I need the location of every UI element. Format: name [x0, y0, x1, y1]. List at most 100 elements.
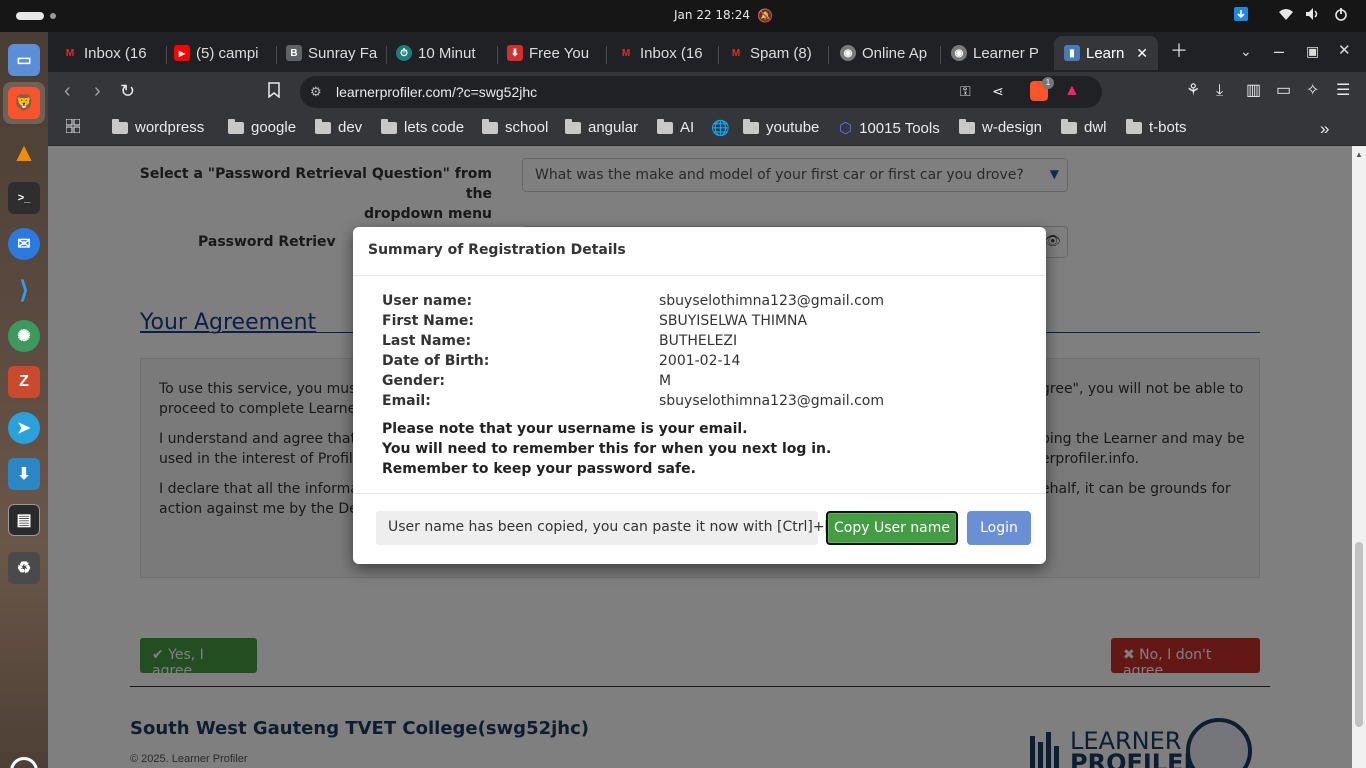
- page-scrollbar[interactable]: ▲: [1352, 146, 1366, 768]
- bookmark-label: wordpress: [135, 119, 205, 136]
- tab-4[interactable]: ⬇ Free You: [507, 38, 595, 68]
- gmail-icon: M: [65, 47, 75, 59]
- brave-browser-icon[interactable]: 🦁: [8, 87, 40, 119]
- bookmark-folder[interactable]: lets code: [381, 118, 464, 136]
- tab-6[interactable]: M Spam (8): [728, 38, 818, 68]
- trash-icon[interactable]: ♻: [8, 552, 40, 584]
- copy-username-button[interactable]: Copy User name: [826, 511, 958, 545]
- bookmark-folder[interactable]: AI: [657, 118, 694, 136]
- modal-note: Please note that your username is your e…: [382, 421, 748, 437]
- bookmarks-bar: wordpress google dev lets code school an…: [48, 112, 1366, 146]
- extensions-icon[interactable]: ⚘: [1186, 82, 1200, 100]
- brave-rewards-icon[interactable]: ▲: [1064, 82, 1080, 100]
- thunderbird-icon[interactable]: ✉: [8, 228, 40, 260]
- tab-label: Learner P: [973, 44, 1039, 62]
- downloads-icon[interactable]: ⤓: [1216, 82, 1223, 100]
- bookmark-folder[interactable]: school: [482, 118, 548, 136]
- telegram-icon[interactable]: ➤: [8, 412, 40, 444]
- tools-icon: ⬡: [839, 120, 853, 137]
- workspace-indicator[interactable]: [16, 12, 44, 20]
- chatgpt-icon[interactable]: ✺: [8, 320, 40, 352]
- menu-icon[interactable]: ☰: [1336, 82, 1350, 100]
- bookmark-label: angular: [588, 119, 639, 136]
- tab-5[interactable]: M Inbox (16: [618, 38, 710, 68]
- bookmark-folder[interactable]: google: [228, 118, 297, 136]
- detail-key: Last Name:: [382, 333, 472, 349]
- modal-title: Summary of Registration Details: [368, 242, 626, 258]
- bookmark-folder[interactable]: dev: [315, 118, 362, 136]
- close-tab-icon[interactable]: ✕: [1136, 45, 1148, 62]
- gmail-icon: M: [621, 47, 631, 59]
- address-bar[interactable]: ⚙ learnerprofiler.com/?c=swg52jhc ⚿ ⋖ 1 …: [300, 76, 1102, 108]
- tab-0[interactable]: M Inbox (16: [62, 38, 162, 68]
- files-icon[interactable]: ▭: [8, 44, 40, 76]
- modal-header: Summary of Registration Details: [353, 227, 1046, 276]
- forward-icon[interactable]: ›: [94, 81, 101, 101]
- minimize-icon[interactable]: –: [1274, 42, 1284, 60]
- show-apps-icon[interactable]: [10, 757, 38, 768]
- detail-value: 2001-02-14: [659, 353, 741, 369]
- tab-3[interactable]: ⏱ 10 Minut: [396, 38, 486, 68]
- bookmark-icon[interactable]: [268, 82, 280, 103]
- back-icon[interactable]: ‹: [64, 81, 71, 101]
- wallet-icon[interactable]: ▭: [1276, 82, 1291, 100]
- detail-value: BUTHELEZI: [659, 333, 738, 349]
- bookmark-folder[interactable]: w-design: [959, 118, 1042, 136]
- tab-2[interactable]: B Sunray Fa: [286, 38, 378, 68]
- filezilla-icon[interactable]: Z: [8, 366, 40, 398]
- close-window-icon[interactable]: ✕: [1338, 42, 1351, 60]
- vlc-icon[interactable]: ▲: [8, 136, 40, 168]
- tab-search-icon[interactable]: ⌄: [1240, 42, 1252, 60]
- bookmark-folder[interactable]: dwl: [1061, 118, 1107, 136]
- tab-active-learner[interactable]: ▮ Learn ✕: [1054, 36, 1158, 70]
- workspace-dot[interactable]: [50, 13, 56, 19]
- bookmark-label: google: [251, 119, 297, 136]
- reload-icon[interactable]: ↻: [120, 81, 135, 101]
- bookmark-link[interactable]: ⬡ 10015 Tools: [839, 119, 940, 138]
- folder-icon: [743, 118, 759, 134]
- more-bookmarks-icon[interactable]: »: [1320, 119, 1329, 139]
- terminal-icon[interactable]: >_: [8, 182, 40, 214]
- folder-icon: [228, 118, 244, 134]
- detail-key: User name:: [382, 293, 473, 309]
- clock[interactable]: Jan 22 18:24: [674, 8, 750, 22]
- power-icon[interactable]: [1334, 7, 1348, 24]
- browser-toolbar: ‹ › ↻ ⚙ learnerprofiler.com/?c=swg52jhc …: [48, 72, 1366, 112]
- password-key-icon[interactable]: ⚿: [960, 83, 971, 100]
- seal-icon: ◉: [951, 45, 967, 61]
- modal-footer: User name has been copied, you can paste…: [353, 493, 1046, 564]
- bookmark-folder[interactable]: wordpress: [112, 118, 205, 136]
- detail-value: sbuyselothimna123@gmail.com: [659, 293, 884, 309]
- wifi-icon[interactable]: [1278, 7, 1294, 24]
- bookmark-folder[interactable]: youtube: [743, 118, 819, 136]
- scroll-up-icon[interactable]: ▲: [1355, 150, 1363, 159]
- sidebar-icon[interactable]: ▥: [1246, 82, 1261, 100]
- scrollbar-thumb[interactable]: [1355, 542, 1363, 727]
- tab-8[interactable]: ◉ Learner P: [951, 38, 1043, 68]
- detail-key: Gender:: [382, 373, 445, 389]
- folder-icon: [482, 118, 498, 134]
- new-tab-icon[interactable]: ＋: [1170, 42, 1188, 60]
- login-button[interactable]: Login: [967, 511, 1031, 545]
- globe-icon[interactable]: 🌐: [711, 119, 730, 137]
- share-icon[interactable]: ⋖: [992, 83, 1004, 100]
- tab-label: Inbox (16: [84, 44, 147, 62]
- downloader-icon[interactable]: ⬇: [8, 458, 40, 490]
- site-info-icon[interactable]: ⚙: [310, 84, 322, 100]
- bookmark-folder[interactable]: angular: [565, 118, 639, 136]
- volume-icon[interactable]: [1305, 7, 1321, 24]
- tab-label: Online Ap: [862, 44, 928, 62]
- tab-7[interactable]: ◉ Online Ap: [840, 38, 930, 68]
- folder-icon: [657, 118, 673, 134]
- tab-1[interactable]: ▶ (5) campi: [174, 38, 264, 68]
- vscode-icon[interactable]: ⟩: [8, 274, 40, 306]
- tab-label: Inbox (16: [640, 44, 703, 62]
- leo-ai-icon[interactable]: ✧: [1306, 82, 1319, 100]
- bookmark-folder[interactable]: t-bots: [1126, 118, 1187, 136]
- folder-icon: [1061, 118, 1077, 134]
- maximize-icon[interactable]: ▣: [1306, 42, 1319, 60]
- download-tray-icon[interactable]: [1234, 7, 1248, 24]
- apps-grid-icon[interactable]: [66, 119, 80, 133]
- system-monitor-icon[interactable]: ▤: [8, 504, 40, 536]
- notifications-muted-icon[interactable]: 🔕: [757, 8, 773, 24]
